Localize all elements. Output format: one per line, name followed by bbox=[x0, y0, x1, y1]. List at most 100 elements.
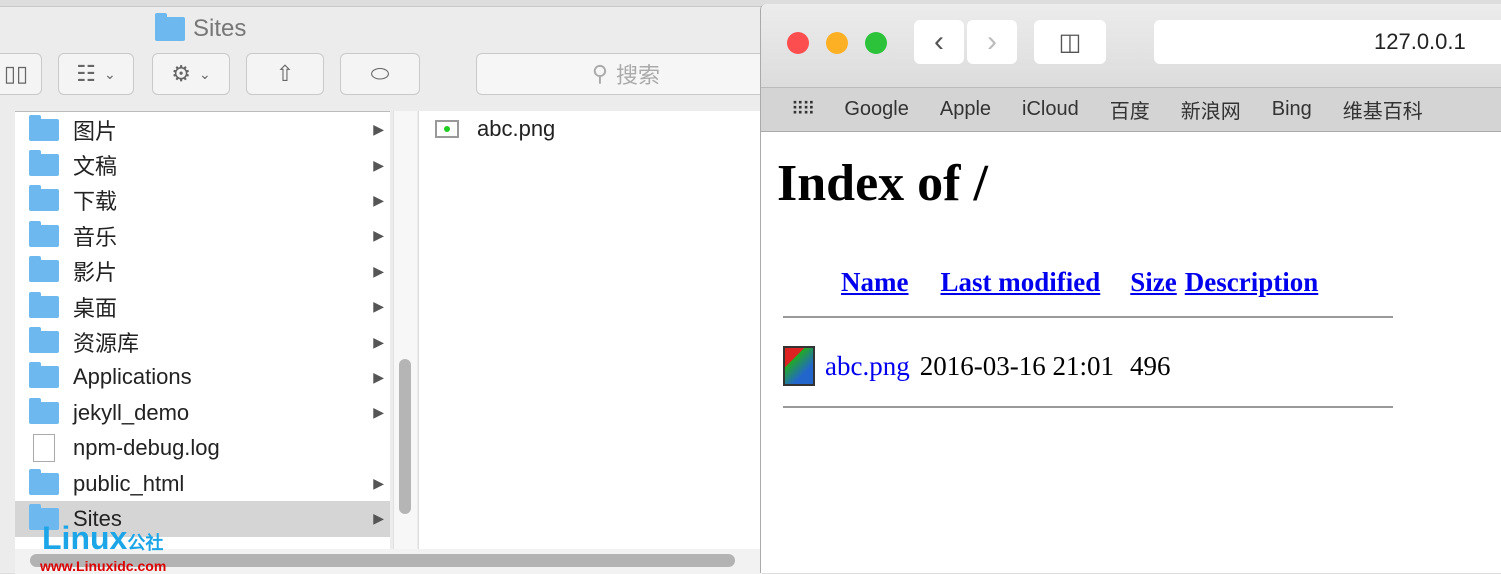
chevron-right-icon: ▶ bbox=[373, 475, 384, 492]
item-label: 桌面 bbox=[73, 295, 118, 321]
file-link[interactable]: abc.png bbox=[825, 351, 910, 382]
gear-icon: ⚙ bbox=[171, 61, 191, 86]
search-placeholder: 搜索 bbox=[616, 63, 661, 88]
scroll-thumb[interactable] bbox=[399, 359, 411, 514]
sort-description-link[interactable]: Description bbox=[1185, 267, 1318, 297]
item-label: 文稿 bbox=[73, 154, 118, 180]
chevron-right-icon: ▶ bbox=[373, 333, 384, 350]
list-item[interactable]: 音乐 ▶ bbox=[15, 218, 390, 253]
forward-button[interactable]: › bbox=[967, 20, 1017, 64]
list-item[interactable]: public_html ▶ bbox=[15, 466, 390, 501]
file-icon bbox=[33, 434, 55, 463]
folder-icon bbox=[155, 13, 185, 41]
finder-window: Sites ▯▯ ☷ ⌄ ⚙ ⌄ ⇧ ⬭ ⚲ 搜索 图片 ▶ 文稿 ▶ 下载 ▶ 音乐 ▶ 影片 ▶ 桌面… bbox=[0, 6, 776, 574]
list-item[interactable]: 文稿 ▶ bbox=[15, 147, 390, 182]
vertical-scrollbar[interactable] bbox=[393, 111, 417, 549]
list-item[interactable]: 下载 ▶ bbox=[15, 183, 390, 218]
item-label: 影片 bbox=[73, 260, 118, 286]
divider bbox=[783, 316, 1393, 318]
chevron-down-icon: ⌄ bbox=[199, 65, 211, 82]
chevron-right-icon: ▶ bbox=[373, 298, 384, 315]
bookmark-item[interactable]: iCloud bbox=[1022, 98, 1079, 121]
chevron-right-icon: ▶ bbox=[373, 191, 384, 208]
url-text: 127.0.0.1 bbox=[1374, 29, 1466, 54]
list-item[interactable]: Applications ▶ bbox=[15, 360, 390, 395]
action-button[interactable]: ⚙ ⌄ bbox=[152, 53, 230, 95]
folder-icon bbox=[29, 114, 59, 141]
list-item[interactable]: npm-debug.log bbox=[15, 431, 390, 466]
back-button[interactable]: ‹ bbox=[914, 20, 964, 64]
sidebar-icon: ◫ bbox=[1058, 28, 1082, 56]
share-button[interactable]: ⇧ bbox=[246, 53, 324, 95]
list-item[interactable]: 图片 ▶ bbox=[15, 112, 390, 147]
folder-icon bbox=[29, 220, 59, 247]
item-label: npm-debug.log bbox=[73, 435, 220, 461]
chevron-right-icon: ▶ bbox=[373, 510, 384, 527]
zoom-button[interactable] bbox=[865, 32, 887, 54]
arrange-button[interactable]: ☷ ⌄ bbox=[58, 53, 134, 95]
list-item[interactable]: 资源库 ▶ bbox=[15, 324, 390, 359]
bookmark-item[interactable]: Apple bbox=[940, 98, 991, 121]
list-item[interactable]: jekyll_demo ▶ bbox=[15, 395, 390, 430]
modified-cell: 2016-03-16 21:01 bbox=[919, 350, 1114, 381]
chevron-right-icon: ▶ bbox=[373, 404, 384, 421]
table-row: abc.png 2016-03-16 21:01 496 bbox=[783, 346, 1485, 386]
chevron-right-icon: › bbox=[987, 25, 997, 58]
folder-icon bbox=[29, 185, 59, 212]
chevron-right-icon: ▶ bbox=[373, 121, 384, 138]
item-label: jekyll_demo bbox=[73, 399, 190, 425]
sort-modified-link[interactable]: Last modified bbox=[940, 267, 1100, 297]
image-file-icon bbox=[783, 346, 815, 386]
page-content: Index of / Name Last modified Size Descr… bbox=[761, 132, 1501, 430]
item-label: Applications bbox=[73, 364, 192, 390]
grid-icon[interactable]: ⠿⠿ bbox=[791, 99, 815, 120]
chevron-down-icon: ⌄ bbox=[104, 65, 116, 82]
size-cell: 496 bbox=[1129, 350, 1171, 381]
list-item[interactable]: 桌面 ▶ bbox=[15, 289, 390, 324]
chevron-right-icon: ▶ bbox=[373, 156, 384, 173]
bookmark-item[interactable]: Bing bbox=[1272, 98, 1312, 121]
view-mode-button[interactable]: ▯▯ bbox=[0, 53, 42, 95]
bookmark-item[interactable]: 百度 bbox=[1110, 95, 1150, 124]
close-button[interactable] bbox=[787, 32, 809, 54]
bookmark-item[interactable]: 维基百科 bbox=[1343, 95, 1423, 124]
chevron-right-icon: ▶ bbox=[373, 227, 384, 244]
divider bbox=[783, 406, 1393, 408]
folder-icon bbox=[29, 468, 59, 495]
folder-icon bbox=[29, 256, 59, 283]
finder-column-2: abc.png bbox=[418, 111, 762, 549]
finder-title: Sites bbox=[155, 13, 246, 43]
search-input[interactable]: ⚲ 搜索 bbox=[476, 53, 776, 95]
item-label: 图片 bbox=[73, 118, 118, 144]
bookmark-item[interactable]: Google bbox=[844, 98, 909, 121]
search-icon: ⚲ bbox=[591, 61, 609, 86]
bookmarks-bar: ⠿⠿ Google Apple iCloud 百度 新浪网 Bing 维基百科 bbox=[761, 88, 1501, 132]
list-item[interactable]: abc.png bbox=[419, 111, 762, 146]
browser-toolbar: ‹ › ◫ 127.0.0.1 bbox=[761, 4, 1501, 88]
index-table: Name Last modified Size Description bbox=[783, 267, 1326, 298]
address-bar[interactable]: 127.0.0.1 bbox=[1154, 20, 1501, 64]
page-title: Index of / bbox=[777, 155, 988, 212]
folder-icon bbox=[29, 362, 59, 389]
finder-column-1: 图片 ▶ 文稿 ▶ 下载 ▶ 音乐 ▶ 影片 ▶ 桌面 ▶ 资源库 ▶ Applications ▶ jekyl… bbox=[15, 111, 390, 549]
item-label: public_html bbox=[73, 470, 185, 496]
minimize-button[interactable] bbox=[826, 32, 848, 54]
folder-icon bbox=[29, 150, 59, 177]
list-item[interactable]: 影片 ▶ bbox=[15, 254, 390, 289]
folder-icon bbox=[29, 327, 59, 354]
sort-name-link[interactable]: Name bbox=[841, 267, 908, 297]
item-label: 下载 bbox=[73, 189, 118, 215]
sidebar-button[interactable]: ◫ bbox=[1034, 20, 1106, 64]
item-label: abc.png bbox=[477, 115, 556, 141]
tag-button[interactable]: ⬭ bbox=[340, 53, 420, 95]
sort-size-link[interactable]: Size bbox=[1130, 267, 1177, 297]
watermark-logo: Linux公社 www.Linuxidc.com bbox=[40, 520, 167, 574]
item-label: 音乐 bbox=[73, 224, 118, 250]
folder-icon bbox=[29, 291, 59, 318]
grid-icon: ☷ bbox=[76, 61, 96, 86]
bookmark-item[interactable]: 新浪网 bbox=[1181, 95, 1241, 124]
folder-icon bbox=[29, 397, 59, 424]
image-file-icon bbox=[435, 119, 459, 138]
chevron-left-icon: ‹ bbox=[934, 25, 944, 58]
chevron-right-icon: ▶ bbox=[373, 262, 384, 279]
